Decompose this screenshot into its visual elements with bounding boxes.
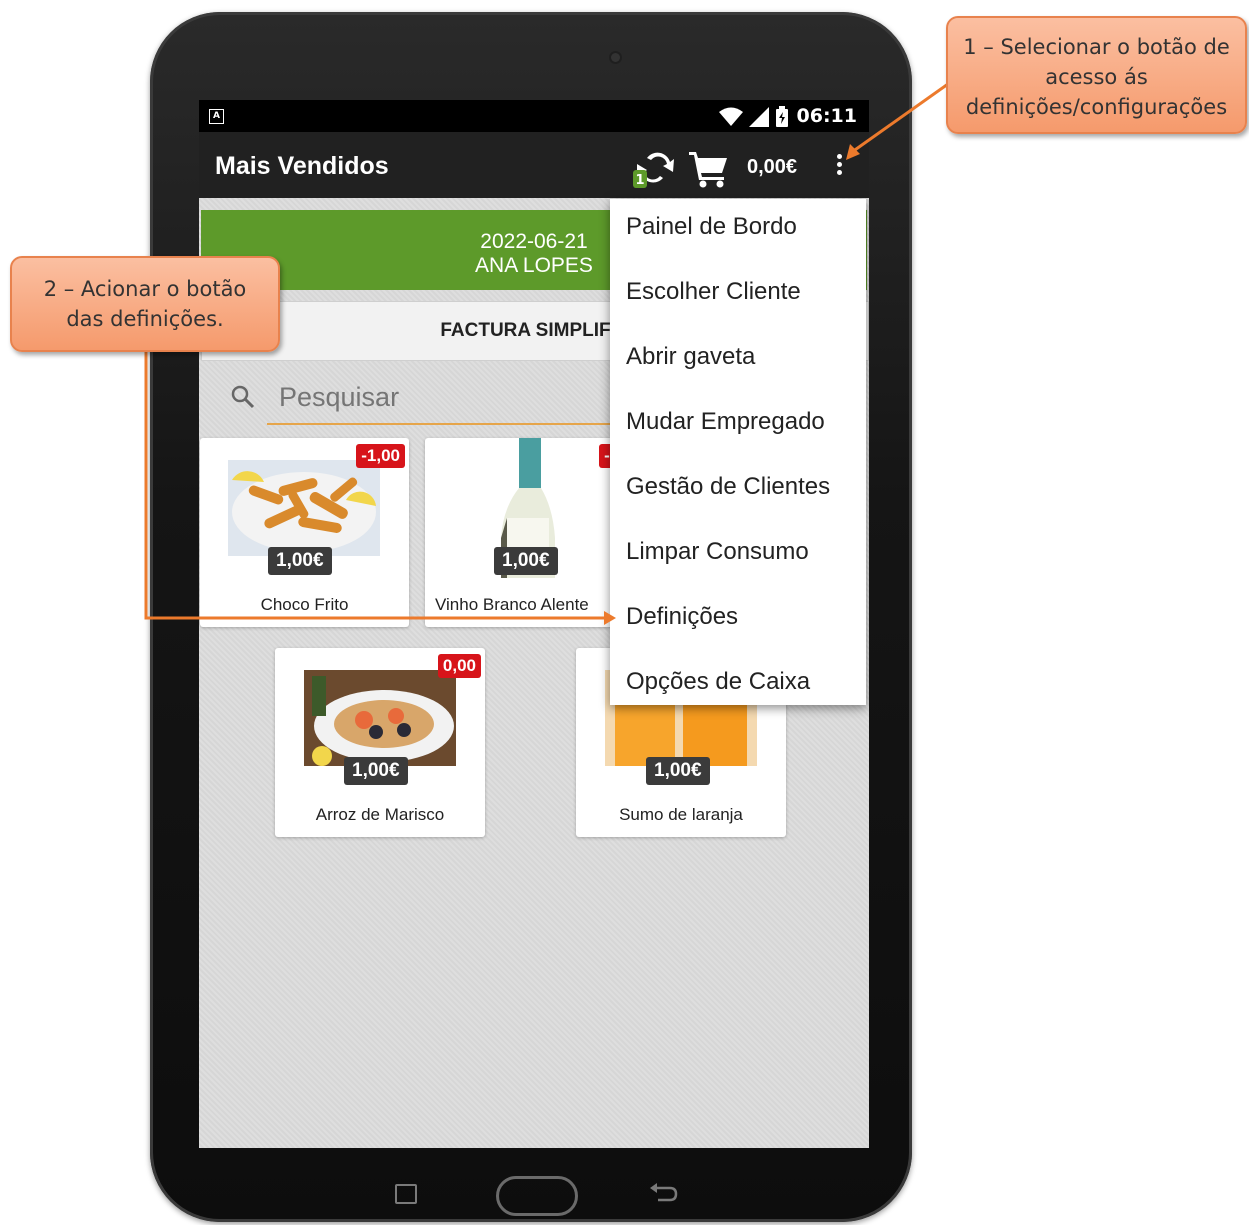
callout-step-1: 1 – Selecionar o botão de acesso ás defi… xyxy=(946,16,1247,134)
annotation-arrows xyxy=(144,82,949,625)
callout-step-2: 2 – Acionar o botão das definições. xyxy=(10,256,280,352)
callout-step-1-line3: definições/configurações xyxy=(965,95,1228,119)
callout-step-2-line1: 2 – Acionar o botão xyxy=(43,277,247,301)
callout-step-1-line1: 1 – Selecionar o botão de xyxy=(963,35,1230,59)
callout-step-2-line2: das definições. xyxy=(66,307,224,331)
callout-step-1-line2: acesso ás xyxy=(1045,65,1148,89)
